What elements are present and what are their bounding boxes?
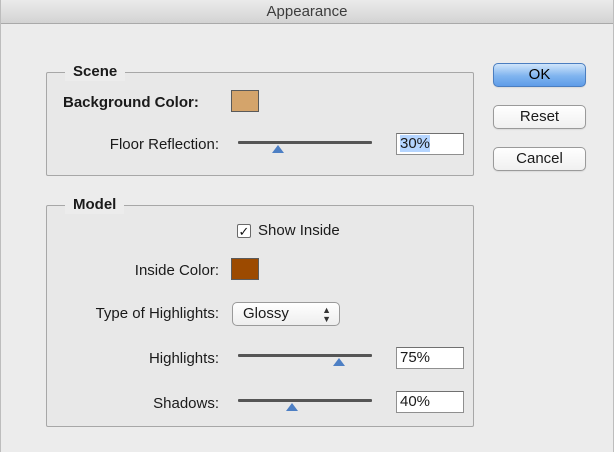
- floor-reflection-value: 30%: [400, 135, 431, 152]
- appearance-dialog: Appearance Scene Background Color: Floor…: [0, 0, 614, 452]
- highlights-field[interactable]: 75%: [396, 347, 464, 369]
- floor-reflection-track: [238, 141, 372, 144]
- floor-reflection-thumb[interactable]: [272, 145, 285, 153]
- shadows-slider[interactable]: [238, 394, 372, 414]
- floor-reflection-slider[interactable]: [238, 136, 372, 156]
- highlights-label: Highlights:: [148, 350, 219, 367]
- window-title: Appearance: [1, 0, 613, 24]
- floor-reflection-field[interactable]: 30%: [396, 133, 464, 155]
- cancel-button[interactable]: Cancel: [493, 147, 586, 171]
- reset-button[interactable]: Reset: [493, 105, 586, 129]
- highlights-track: [238, 354, 372, 357]
- ok-button[interactable]: OK: [493, 63, 586, 87]
- shadows-thumb[interactable]: [285, 403, 298, 411]
- shadows-field[interactable]: 40%: [396, 391, 464, 413]
- shadows-value: 40%: [400, 393, 431, 410]
- highlights-thumb[interactable]: [332, 358, 345, 366]
- inside-color-swatch[interactable]: [231, 258, 259, 280]
- floor-reflection-label: Floor Reflection:: [109, 136, 219, 153]
- highlights-type-label: Type of Highlights:: [95, 305, 219, 322]
- shadows-track: [238, 399, 372, 402]
- show-inside-label[interactable]: Show Inside: [258, 222, 340, 240]
- checkmark-icon: ✓: [238, 224, 250, 239]
- chevron-up-down-icon: ▲ ▼: [322, 305, 331, 324]
- highlights-type-select[interactable]: Glossy ▲ ▼: [232, 302, 340, 326]
- inside-color-label: Inside Color:: [134, 262, 219, 279]
- show-inside-checkbox[interactable]: ✓: [237, 224, 251, 238]
- scene-group-title: Scene: [65, 63, 126, 81]
- model-group-title: Model: [65, 196, 125, 214]
- background-color-label: Background Color:: [63, 94, 199, 111]
- background-color-swatch[interactable]: [231, 90, 259, 112]
- shadows-label: Shadows:: [153, 395, 219, 412]
- highlights-value: 75%: [400, 349, 431, 366]
- highlights-slider[interactable]: [238, 349, 372, 369]
- scene-group: Scene: [46, 63, 474, 176]
- highlights-type-value: Glossy: [243, 305, 289, 322]
